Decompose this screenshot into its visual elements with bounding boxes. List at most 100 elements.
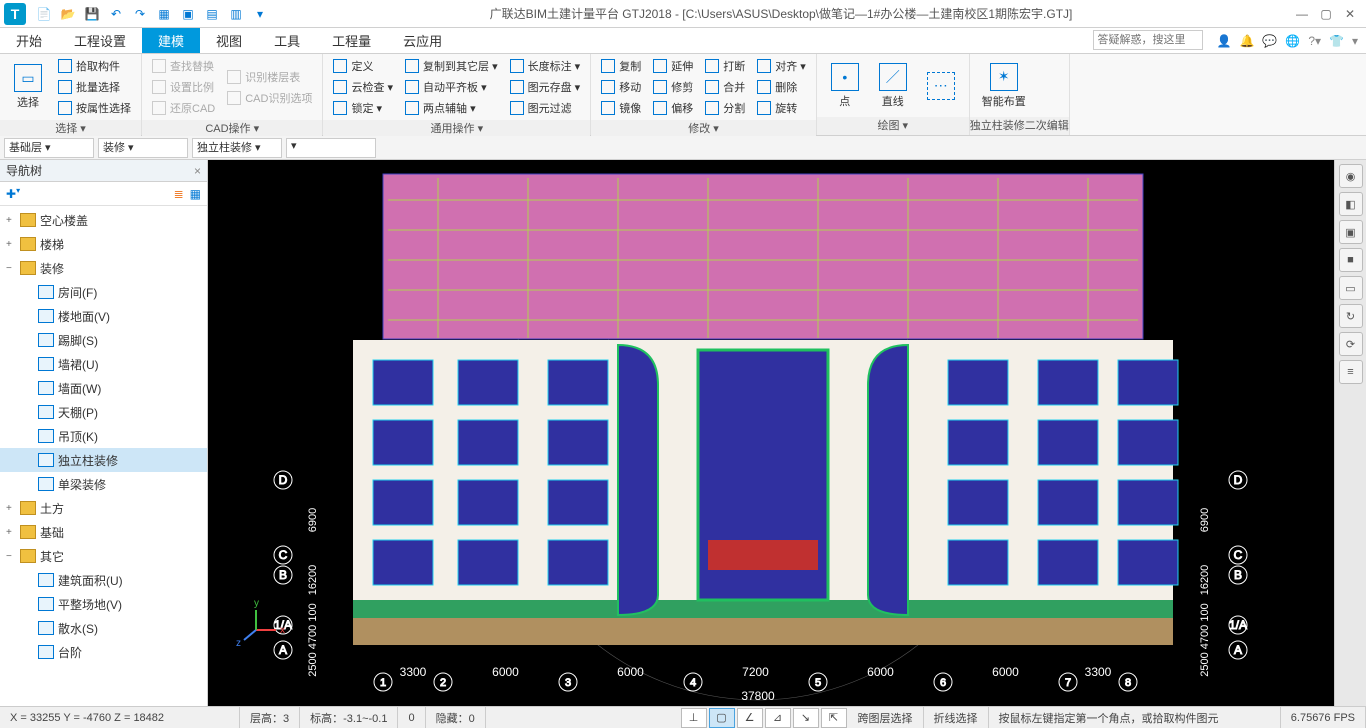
menu-view[interactable]: 视图 xyxy=(200,28,258,53)
tree-item[interactable]: 台阶 xyxy=(0,640,207,664)
qat-dropdown-icon[interactable]: ▾ xyxy=(250,4,270,24)
define[interactable]: 定义 xyxy=(329,56,397,76)
view-solid-icon[interactable]: ■ xyxy=(1339,248,1363,272)
menu-project-settings[interactable]: 工程设置 xyxy=(58,28,142,53)
chat-icon[interactable]: 💬 xyxy=(1262,34,1277,48)
tree-item[interactable]: 墙裙(U) xyxy=(0,352,207,376)
sidebar-close-icon[interactable]: × xyxy=(194,164,201,178)
list-view-icon[interactable]: ≣ xyxy=(174,187,184,201)
menu-modeling[interactable]: 建模 xyxy=(142,28,200,53)
status-polyline[interactable]: 折线选择 xyxy=(924,707,989,728)
tree-item[interactable]: 独立柱装修 xyxy=(0,448,207,472)
type-select[interactable]: 独立柱装修 ▾ xyxy=(192,138,282,158)
smart-layout-button[interactable]: ✶智能布置 xyxy=(976,59,1032,113)
view-sphere-icon[interactable]: ◉ xyxy=(1339,164,1363,188)
draw-more-icon[interactable]: ⋯ xyxy=(919,68,963,104)
menu-cloud[interactable]: 云应用 xyxy=(387,28,458,53)
user-icon[interactable]: 👤 xyxy=(1217,34,1232,48)
qat-save-icon[interactable]: 💾 xyxy=(82,4,102,24)
view-rotate-icon[interactable]: ↻ xyxy=(1339,304,1363,328)
globe-icon[interactable]: 🌐 xyxy=(1285,34,1300,48)
rotate[interactable]: 旋转 xyxy=(753,98,810,118)
tree-item[interactable]: 单梁装修 xyxy=(0,472,207,496)
auto-align-slab[interactable]: 自动平齐板 ▾ xyxy=(401,77,502,97)
qat-tool4-icon[interactable]: ▥ xyxy=(226,4,246,24)
view-front-icon[interactable]: ▭ xyxy=(1339,276,1363,300)
bell-icon[interactable]: 🔔 xyxy=(1239,34,1254,48)
sbtn-5[interactable]: ↘ xyxy=(793,708,819,728)
batch-select[interactable]: 批量选择 xyxy=(54,77,135,97)
tree-item[interactable]: 踢脚(S) xyxy=(0,328,207,352)
close-button[interactable]: ✕ xyxy=(1338,4,1362,24)
component-select[interactable]: ▾ xyxy=(286,138,376,158)
copy-to-floor[interactable]: 复制到其它层 ▾ xyxy=(401,56,502,76)
qat-redo-icon[interactable]: ↷ xyxy=(130,4,150,24)
tree-item[interactable]: 平整场地(V) xyxy=(0,592,207,616)
help-icon[interactable]: ?▾ xyxy=(1308,34,1321,48)
help-search-input[interactable] xyxy=(1093,30,1203,50)
qat-tool3-icon[interactable]: ▤ xyxy=(202,4,222,24)
tree-item[interactable]: +楼梯 xyxy=(0,232,207,256)
cloud-check[interactable]: 云检查 ▾ xyxy=(329,77,397,97)
minimize-button[interactable]: — xyxy=(1290,4,1314,24)
extend[interactable]: 延伸 xyxy=(649,56,697,76)
navigation-tree[interactable]: +空心楼盖+楼梯−装修房间(F)楼地面(V)踢脚(S)墙裙(U)墙面(W)天棚(… xyxy=(0,206,207,706)
tree-item[interactable]: +土方 xyxy=(0,496,207,520)
qat-open-icon[interactable]: 📂 xyxy=(58,4,78,24)
view-list-icon[interactable]: ≡ xyxy=(1339,360,1363,384)
tree-item[interactable]: 建筑面积(U) xyxy=(0,568,207,592)
delete[interactable]: 删除 xyxy=(753,77,810,97)
tree-item[interactable]: −装修 xyxy=(0,256,207,280)
sbtn-6[interactable]: ⇱ xyxy=(821,708,847,728)
floor-select[interactable]: 基础层 ▾ xyxy=(4,138,94,158)
line-button[interactable]: ／直线 xyxy=(871,59,915,113)
tree-item[interactable]: 天棚(P) xyxy=(0,400,207,424)
qat-tool1-icon[interactable]: ▦ xyxy=(154,4,174,24)
merge[interactable]: 合并 xyxy=(701,77,749,97)
tree-item[interactable]: +基础 xyxy=(0,520,207,544)
tree-item[interactable]: 散水(S) xyxy=(0,616,207,640)
qat-new-icon[interactable]: 📄 xyxy=(34,4,54,24)
offset[interactable]: 偏移 xyxy=(649,98,697,118)
tree-item[interactable]: 房间(F) xyxy=(0,280,207,304)
copy[interactable]: 复制 xyxy=(597,56,645,76)
two-point-aux-axis[interactable]: 两点辅轴 ▾ xyxy=(401,98,502,118)
select-by-property[interactable]: 按属性选择 xyxy=(54,98,135,118)
view-wire-icon[interactable]: ▣ xyxy=(1339,220,1363,244)
tree-item[interactable]: +空心楼盖 xyxy=(0,208,207,232)
tree-item[interactable]: −其它 xyxy=(0,544,207,568)
grid-view-icon[interactable]: ▦ xyxy=(190,187,201,201)
maximize-button[interactable]: ▢ xyxy=(1314,4,1338,24)
qat-tool2-icon[interactable]: ▣ xyxy=(178,4,198,24)
sbtn-1[interactable]: ⊥ xyxy=(681,708,707,728)
qat-undo-icon[interactable]: ↶ xyxy=(106,4,126,24)
menu-start[interactable]: 开始 xyxy=(0,28,58,53)
status-cross-layer[interactable]: 跨图层选择 xyxy=(848,707,924,728)
element-filter[interactable]: 图元过滤 xyxy=(506,98,585,118)
element-save[interactable]: 图元存盘 ▾ xyxy=(506,77,585,97)
sbtn-4[interactable]: ⊿ xyxy=(765,708,791,728)
tree-item[interactable]: 墙面(W) xyxy=(0,376,207,400)
pick-component[interactable]: 拾取构件 xyxy=(54,56,135,76)
view-refresh-icon[interactable]: ⟳ xyxy=(1339,332,1363,356)
menu-tools[interactable]: 工具 xyxy=(258,28,316,53)
mirror[interactable]: 镜像 xyxy=(597,98,645,118)
trim[interactable]: 修剪 xyxy=(649,77,697,97)
tree-item[interactable]: 楼地面(V) xyxy=(0,304,207,328)
split[interactable]: 分割 xyxy=(701,98,749,118)
view-cube-icon[interactable]: ◧ xyxy=(1339,192,1363,216)
length-dimension[interactable]: 长度标注 ▾ xyxy=(506,56,585,76)
tree-item[interactable]: 吊顶(K) xyxy=(0,424,207,448)
menu-quantities[interactable]: 工程量 xyxy=(316,28,387,53)
model-viewport[interactable]: DDCCBB1/A1/AAA 6900690016200162002500 47… xyxy=(208,160,1334,706)
point-button[interactable]: •点 xyxy=(823,59,867,113)
align[interactable]: 对齐 ▾ xyxy=(753,56,810,76)
sbtn-2[interactable]: ▢ xyxy=(709,708,735,728)
sbtn-3[interactable]: ∠ xyxy=(737,708,763,728)
move[interactable]: 移动 xyxy=(597,77,645,97)
shirt-icon[interactable]: 👕 xyxy=(1329,34,1344,48)
category-select[interactable]: 装修 ▾ xyxy=(98,138,188,158)
lock[interactable]: 锁定 ▾ xyxy=(329,98,397,118)
break[interactable]: 打断 xyxy=(701,56,749,76)
down-icon[interactable]: ▾ xyxy=(1352,34,1358,48)
